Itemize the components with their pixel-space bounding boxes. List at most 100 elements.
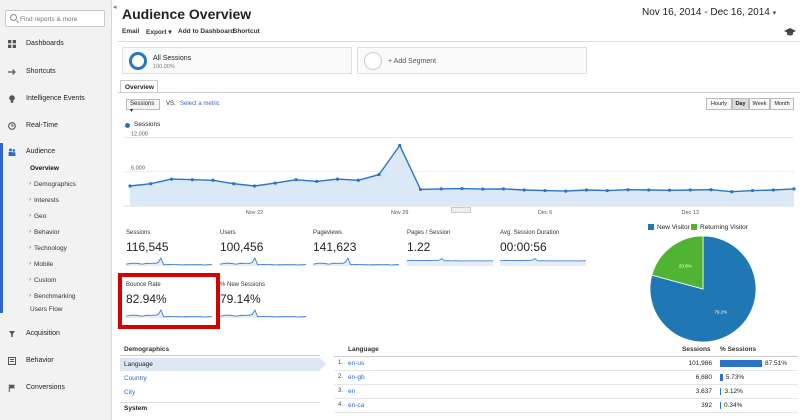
sessions-data-point[interactable] — [315, 179, 319, 184]
pct-bar — [720, 360, 762, 367]
language-link[interactable]: en-ca — [348, 402, 364, 409]
sparkline-line — [500, 258, 586, 262]
dimension-link-country[interactable]: Country — [124, 375, 147, 382]
sessions-data-point[interactable] — [335, 177, 340, 181]
metric-sparkline — [500, 258, 586, 266]
sessions-data-point[interactable] — [564, 189, 568, 193]
sessions-data-point[interactable] — [149, 182, 153, 186]
metric-sparkline — [220, 309, 306, 318]
x-tick-label: Dec 6 — [538, 210, 552, 216]
pie-label-new-visitor: 79.2% — [714, 310, 727, 315]
metric-label: Sessions — [126, 230, 151, 236]
metric-value: 100,456 — [220, 240, 264, 254]
metric-pageviews[interactable]: Pageviews 141,623 — [313, 230, 403, 275]
legend-label: Returning Visitor — [700, 224, 748, 231]
sessions-data-point[interactable] — [377, 172, 381, 177]
pct-value: 87.51% — [765, 360, 788, 367]
metric-sparkline — [220, 257, 306, 266]
sparkline-line — [313, 257, 399, 266]
sessions-data-point[interactable] — [605, 188, 609, 193]
legend-swatch — [691, 224, 697, 230]
y-tick-label: 6,000 — [131, 166, 145, 172]
sessions-data-point[interactable] — [626, 188, 630, 192]
metric-label: Pages / Session — [407, 230, 451, 236]
metric-avg-session-duration[interactable]: Avg. Session Duration 00:00:56 — [500, 230, 590, 275]
sessions-data-point[interactable] — [647, 188, 651, 192]
pct-value: 3.12% — [724, 388, 743, 395]
sparkline-area — [500, 258, 586, 266]
metric-label: Users — [220, 230, 236, 236]
metric-value: 141,623 — [313, 240, 357, 254]
column-header-pct-sessions: % Sessions — [720, 346, 757, 353]
metric-value: 116,545 — [126, 240, 169, 254]
metric-sparkline — [407, 258, 493, 266]
metric-new-sessions[interactable]: % New Sessions 79.14% — [220, 282, 310, 327]
language-link[interactable]: en — [348, 388, 355, 395]
sessions-data-point[interactable] — [439, 187, 443, 191]
row-number: 3. — [338, 388, 344, 394]
sessions-data-point[interactable] — [522, 188, 526, 192]
pie-label-returning-visitor: 20.8% — [679, 263, 692, 268]
sessions-data-point[interactable] — [667, 188, 672, 192]
sessions-data-point[interactable] — [418, 187, 423, 192]
sessions-data-point[interactable] — [750, 188, 755, 193]
row-number: 2. — [338, 374, 344, 380]
legend-swatch — [648, 224, 654, 230]
x-tick-label: Nov 22 — [246, 210, 263, 216]
sessions-data-point[interactable] — [709, 188, 713, 192]
table-row: 2. en-gb 6,680 5.73% — [334, 371, 798, 385]
metric-pages-per-session[interactable]: Pages / Session 1.22 — [407, 230, 497, 275]
sessions-data-point[interactable] — [481, 187, 485, 191]
sparkline-line — [126, 257, 212, 266]
sparkline-line — [220, 309, 306, 318]
sessions-data-point[interactable] — [688, 188, 692, 192]
visitor-pie-chart: 79.2% 20.8% — [649, 235, 757, 343]
sparkline-line — [220, 257, 306, 266]
metric-value: 79.14% — [220, 292, 261, 306]
sessions-data-point[interactable] — [252, 184, 257, 188]
dimension-link-city[interactable]: City — [124, 389, 135, 396]
sessions-data-point[interactable] — [211, 178, 215, 182]
legend-label: New Visitor — [657, 224, 690, 231]
demographics-heading: Demographics — [120, 344, 320, 356]
metric-label: Avg. Session Duration — [500, 230, 560, 236]
dimension-link-language[interactable]: Language — [124, 361, 153, 368]
sessions-data-point[interactable] — [190, 178, 194, 182]
sessions-data-point[interactable] — [584, 188, 589, 192]
row-number: 4. — [338, 402, 344, 408]
sessions-data-point[interactable] — [356, 178, 360, 182]
table-row: 1. en-us 101,986 87.51% — [334, 357, 798, 371]
sessions-data-point[interactable] — [232, 182, 236, 186]
bounce-rate-highlight-box — [118, 273, 220, 329]
language-link[interactable]: en-us — [348, 360, 364, 367]
sessions-data-point[interactable] — [730, 190, 734, 194]
chart-resize-handle[interactable] — [451, 207, 471, 213]
metric-sessions[interactable]: Sessions 116,545 — [126, 230, 216, 275]
sparkline-area — [407, 258, 493, 266]
y-tick-label: 12,000 — [131, 131, 148, 137]
sessions-data-point[interactable] — [501, 187, 506, 191]
sessions-data-point[interactable] — [273, 181, 277, 185]
sessions-data-point[interactable] — [294, 178, 298, 182]
metric-sparkline — [126, 257, 212, 266]
sessions-data-point[interactable] — [771, 188, 775, 192]
sessions-data-point[interactable] — [169, 177, 174, 181]
sessions-value: 3,637 — [695, 388, 712, 395]
metric-value: 00:00:56 — [500, 240, 547, 254]
metric-users[interactable]: Users 100,456 — [220, 230, 310, 275]
column-header-language: Language — [348, 346, 379, 353]
sessions-data-point[interactable] — [792, 187, 796, 191]
metric-value: 1.22 — [407, 240, 431, 254]
metric-label: % New Sessions — [220, 282, 266, 288]
sessions-area — [130, 145, 794, 206]
table-row: 3. en 3,637 3.12% — [334, 385, 798, 399]
sessions-data-point[interactable] — [543, 188, 547, 193]
x-tick-label: Dec 13 — [682, 210, 699, 216]
sessions-data-point[interactable] — [460, 186, 464, 191]
system-heading: System — [124, 405, 148, 412]
language-link[interactable]: en-gb — [348, 374, 365, 381]
sessions-data-point[interactable] — [398, 143, 402, 148]
sessions-data-point[interactable] — [128, 184, 132, 188]
pct-bar — [720, 388, 722, 395]
pct-bar — [720, 374, 723, 381]
